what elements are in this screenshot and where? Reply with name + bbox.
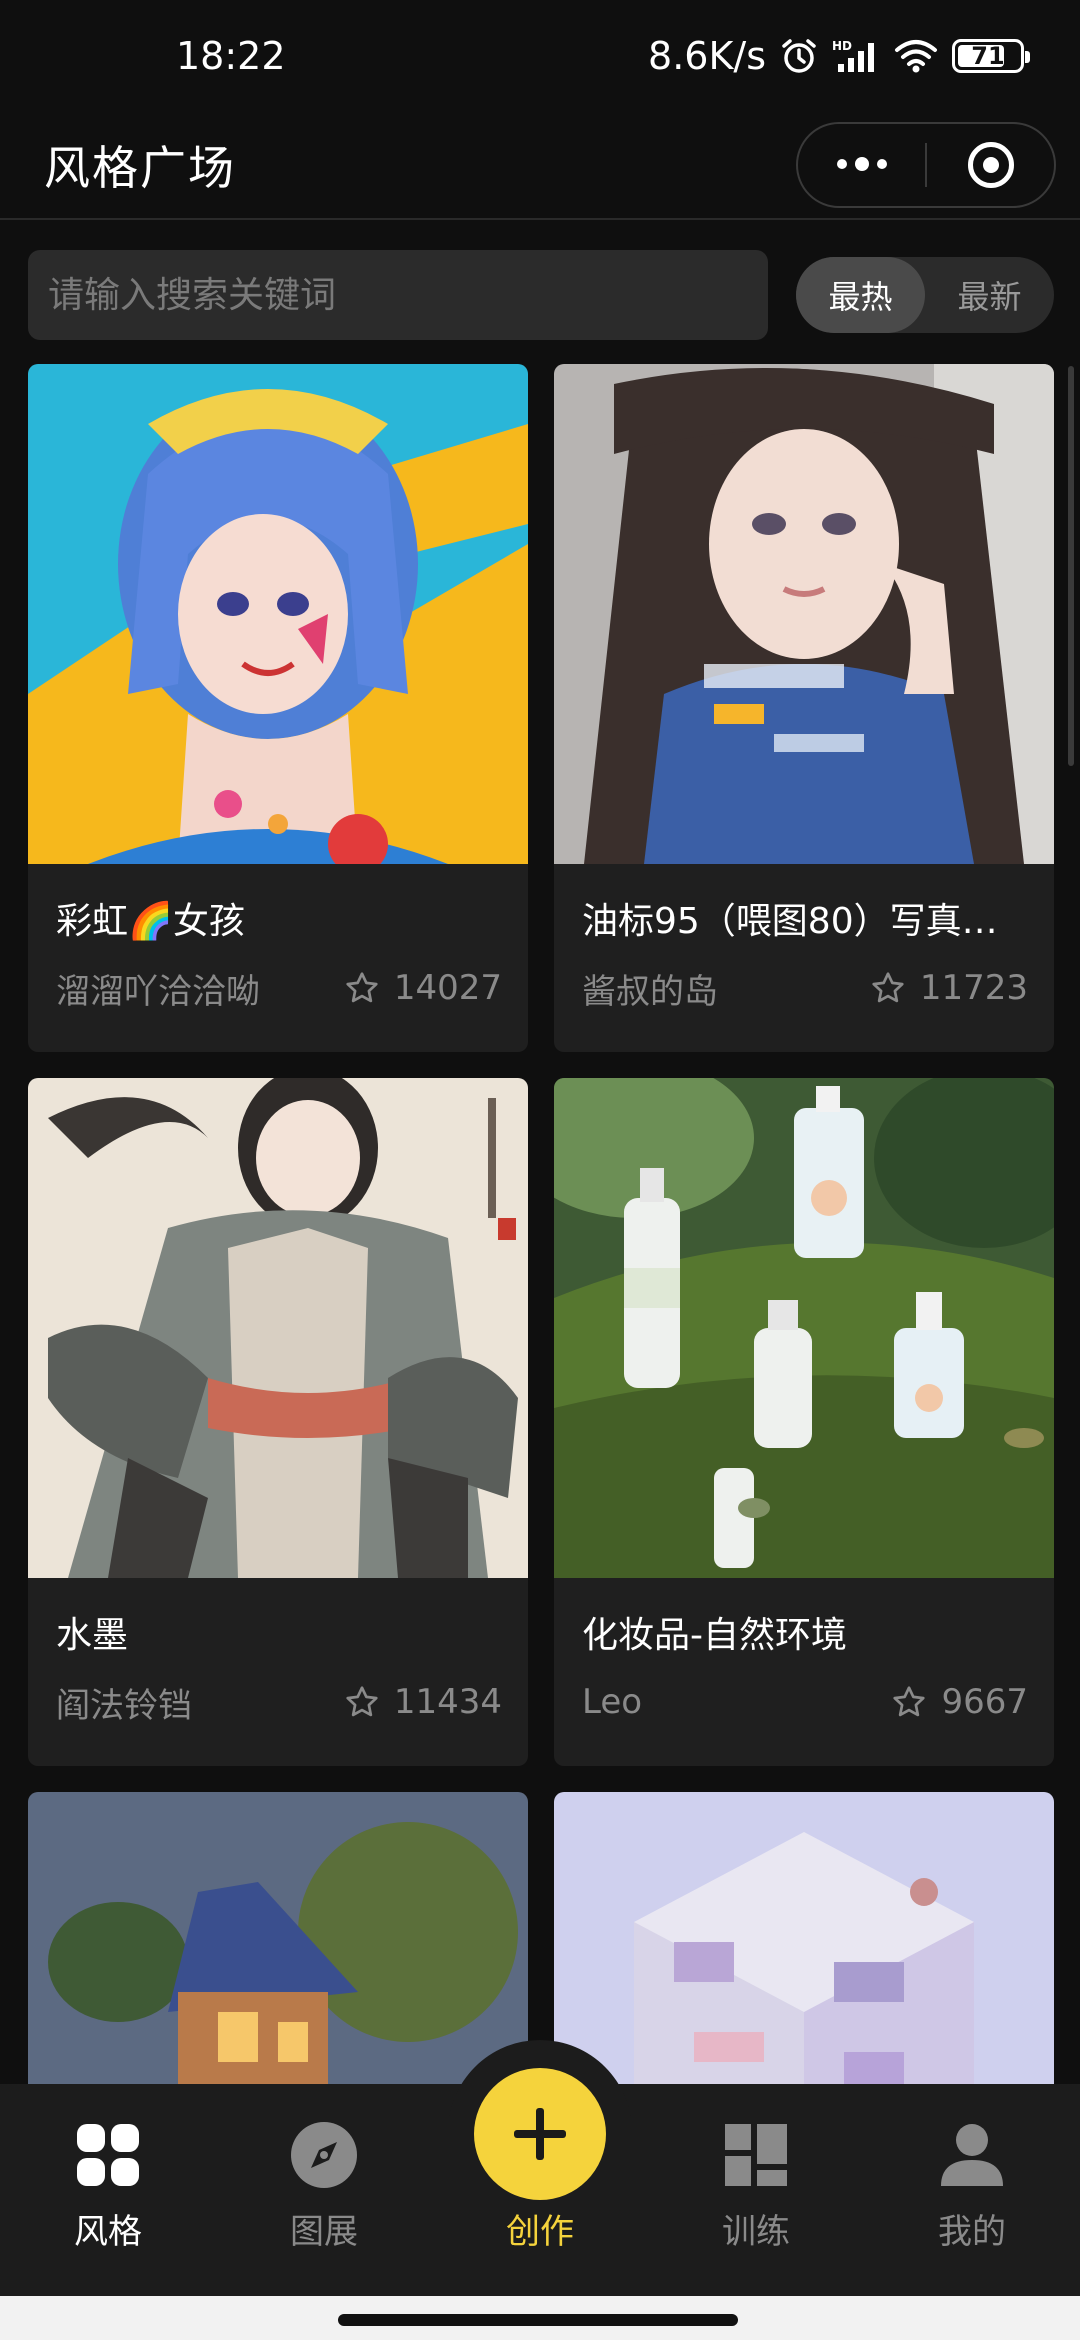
battery-icon: 71 (952, 39, 1030, 73)
like-count: 11723 (870, 968, 1028, 1008)
card-meta: Leo 9667 (582, 1680, 1028, 1724)
tab-label: 训练 (722, 2212, 790, 2252)
dashboard-icon (723, 2120, 789, 2190)
card-info: 彩虹🌈女孩 溜溜吖洽洽呦 14027 (28, 864, 528, 1052)
more-options-button[interactable] (798, 124, 925, 206)
user-icon (939, 2120, 1005, 2190)
network-speed: 8.6K/s (648, 34, 766, 78)
search-input[interactable] (28, 250, 768, 340)
close-miniprogram-button[interactable] (927, 124, 1054, 206)
style-card[interactable]: 油标95（喂图80）写真… 酱叔的岛 11723 (554, 364, 1054, 1052)
like-number: 14027 (393, 968, 502, 1008)
tab-style[interactable]: 风格 (0, 2120, 216, 2296)
card-title: 化妆品-自然环境 (582, 1615, 847, 1656)
more-dots-icon (836, 157, 887, 171)
card-info: 水墨 阎法铃铛 11434 (28, 1578, 528, 1766)
miniprogram-capsule (796, 122, 1056, 208)
sort-hot-button[interactable]: 最热 (796, 257, 925, 333)
style-card[interactable]: 化妆品-自然环境 Leo 9667 (554, 1078, 1054, 1766)
page-title: 风格广场 (44, 141, 236, 195)
tab-label: 创作 (506, 2212, 574, 2252)
status-bar: 18:22 8.6K/s HD 71 (0, 0, 1080, 112)
wifi-icon (895, 40, 937, 73)
target-icon (967, 142, 1014, 188)
style-card[interactable]: 彩虹🌈女孩 溜溜吖洽洽呦 14027 (28, 364, 528, 1052)
tab-label: 风格 (74, 2212, 142, 2252)
style-thumbnail (28, 1078, 528, 1578)
style-card[interactable] (28, 1792, 528, 2084)
tab-label: 图展 (290, 2212, 358, 2252)
style-thumbnail (28, 364, 528, 864)
card-info: 油标95（喂图80）写真… 酱叔的岛 11723 (554, 864, 1054, 1052)
app-header: 风格广场 (0, 112, 1080, 220)
card-author: 溜溜吖洽洽呦 (56, 971, 260, 1012)
status-time: 18:22 (176, 34, 286, 78)
compass-icon (289, 2120, 359, 2190)
search-row: 最热 最新 (28, 250, 1054, 340)
like-count: 11434 (344, 1682, 502, 1722)
alarm-icon (782, 39, 816, 73)
system-nav-area (0, 2296, 1080, 2340)
like-count: 9667 (891, 1682, 1028, 1722)
tab-gallery[interactable]: 图展 (216, 2120, 432, 2296)
tab-mine[interactable]: 我的 (864, 2120, 1080, 2296)
star-icon[interactable] (344, 970, 380, 1006)
card-meta: 溜溜吖洽洽呦 14027 (56, 966, 502, 1012)
card-title: 油标95（喂图80）写真… (582, 901, 998, 942)
card-meta: 阎法铃铛 11434 (56, 1680, 502, 1726)
star-icon[interactable] (891, 1684, 927, 1720)
style-thumbnail (554, 1792, 1054, 2084)
tab-train[interactable]: 训练 (648, 2120, 864, 2296)
star-icon[interactable] (344, 1684, 380, 1720)
plus-icon (514, 2108, 566, 2160)
like-number: 11723 (919, 968, 1028, 1008)
card-info: 化妆品-自然环境 Leo 9667 (554, 1578, 1054, 1766)
card-author: 酱叔的岛 (582, 971, 718, 1012)
card-author: Leo (582, 1682, 643, 1722)
style-grid: 彩虹🌈女孩 溜溜吖洽洽呦 14027 油标95（喂图80）写真… 酱叔的岛 11… (28, 364, 1054, 2084)
scrollbar[interactable] (1068, 366, 1074, 766)
sort-new-button[interactable]: 最新 (925, 257, 1054, 333)
sort-toggle: 最热 最新 (796, 257, 1054, 333)
card-author: 阎法铃铛 (56, 1685, 192, 1726)
style-thumbnail (28, 1792, 528, 2084)
like-number: 9667 (941, 1682, 1028, 1722)
tab-label: 我的 (938, 2212, 1006, 2252)
like-count: 14027 (344, 968, 502, 1008)
style-thumbnail (554, 364, 1054, 864)
card-title: 水墨 (56, 1615, 129, 1656)
hd-signal-icon: HD (832, 39, 874, 72)
card-title: 彩虹🌈女孩 (56, 901, 245, 942)
svg-text:HD: HD (832, 39, 852, 53)
card-meta: 酱叔的岛 11723 (582, 966, 1028, 1012)
create-button[interactable] (474, 2068, 606, 2200)
grid-icon (75, 2120, 141, 2190)
home-indicator[interactable] (338, 2314, 738, 2326)
style-thumbnail (554, 1078, 1054, 1578)
style-card[interactable]: 水墨 阎法铃铛 11434 (28, 1078, 528, 1766)
status-indicators: 8.6K/s HD 71 (648, 34, 1030, 78)
like-number: 11434 (393, 1682, 502, 1722)
battery-level: 71 (971, 42, 1005, 70)
star-icon[interactable] (870, 970, 906, 1006)
style-card[interactable] (554, 1792, 1054, 2084)
